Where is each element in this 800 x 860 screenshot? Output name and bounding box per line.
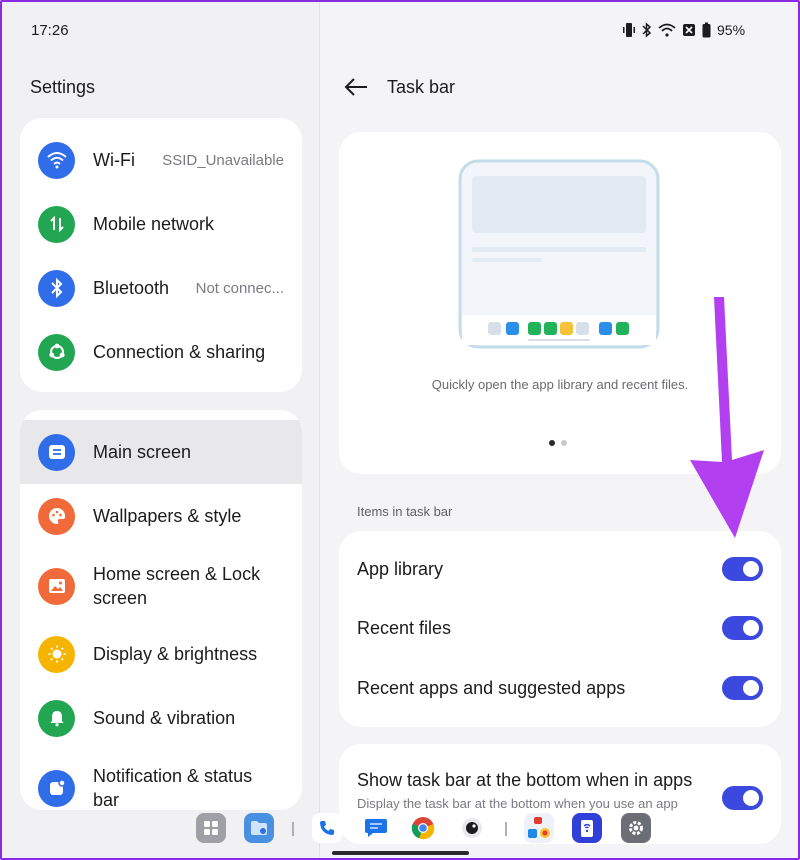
battery-level: 95% (717, 22, 746, 38)
bell-icon (38, 699, 75, 737)
status-time: 17:26 (31, 22, 69, 39)
page-title: Settings (30, 77, 96, 97)
remote-icon[interactable] (572, 813, 602, 843)
task-bar-title: Task bar (387, 77, 456, 97)
phone-icon[interactable] (312, 813, 342, 843)
camera-icon[interactable] (457, 813, 487, 843)
settings-item-display[interactable]: Display & brightness (20, 622, 302, 686)
display-label: Display & brightness (93, 643, 258, 664)
wifi-label: Wi-Fi (93, 149, 135, 170)
task-bar-items-card: App library Recent files Recent apps and… (339, 531, 781, 727)
sound-label: Sound & vibration (93, 707, 236, 728)
items-section-label: Items in task bar (357, 504, 453, 519)
recent-files-row[interactable]: Recent files (357, 608, 763, 648)
wifi-value: SSID_Unavailable (162, 151, 284, 169)
recent-apps-icon[interactable] (524, 813, 554, 843)
vibrate-icon (623, 23, 635, 37)
mobile-data-icon (38, 205, 75, 243)
recent-apps-row[interactable]: Recent apps and suggested apps (357, 668, 763, 708)
bluetooth-status-icon (642, 22, 652, 38)
home-indicator[interactable] (332, 851, 469, 855)
app-library-label: App library (357, 558, 444, 579)
page-indicator (549, 440, 567, 446)
wifi-status-icon (658, 23, 676, 37)
no-sim-icon (683, 24, 695, 36)
page-dot-1 (549, 440, 555, 446)
chrome-icon[interactable] (408, 813, 438, 843)
settings-item-wallpapers[interactable]: Wallpapers & style (20, 484, 302, 548)
wallpapers-label: Wallpapers & style (93, 505, 242, 526)
tablet-illustration (458, 159, 660, 349)
notification-label: Notification & status bar (93, 764, 252, 810)
palette-icon (38, 497, 75, 535)
dock-separator (505, 822, 507, 836)
files-icon[interactable] (244, 813, 274, 843)
app-library-toggle[interactable] (722, 557, 763, 581)
show-bottom-toggle[interactable] (722, 786, 763, 810)
notification-label-line1: Notification & status (93, 766, 253, 786)
app-library-row[interactable]: App library (357, 549, 763, 589)
settings-item-connection-sharing[interactable]: Connection & sharing (20, 320, 302, 384)
recent-files-toggle[interactable] (722, 616, 763, 640)
messages-icon[interactable] (361, 813, 391, 843)
connection-sharing-label: Connection & sharing (93, 341, 266, 362)
notification-label-line2: bar (93, 790, 120, 810)
recent-apps-toggle[interactable] (722, 676, 763, 700)
settings-item-bluetooth[interactable]: Bluetooth Not connec... (20, 256, 302, 320)
recent-apps-label: Recent apps and suggested apps (357, 677, 626, 698)
bluetooth-value: Not connec... (195, 279, 284, 297)
settings-item-notification[interactable]: Notification & status bar (20, 750, 302, 810)
settings-item-main-screen[interactable]: Main screen (20, 420, 302, 484)
settings-item-home-lock[interactable]: Home screen & Lock screen (20, 548, 302, 624)
main-screen-icon (38, 433, 75, 471)
toggle-knob (743, 561, 759, 577)
settings-item-wifi[interactable]: Wi-Fi SSID_Unavailable (20, 128, 302, 192)
wifi-icon (38, 141, 75, 179)
sun-icon (38, 635, 75, 673)
dock-separator (292, 822, 294, 836)
bluetooth-icon (38, 269, 75, 307)
bluetooth-label: Bluetooth (93, 277, 170, 298)
settings-icon[interactable] (621, 813, 651, 843)
notification-icon (38, 769, 75, 807)
main-screen-label: Main screen (93, 441, 192, 462)
settings-item-sound[interactable]: Sound & vibration (20, 686, 302, 750)
share-icon (38, 333, 75, 371)
home-lock-label-line2: screen (93, 588, 148, 608)
connectivity-group: Wi-Fi SSID_Unavailable Mobile network Bl… (20, 118, 302, 392)
annotation-arrow (690, 297, 764, 538)
image-icon (38, 567, 75, 605)
status-icons: 95% (622, 22, 745, 38)
back-arrow-icon[interactable] (343, 76, 369, 98)
page-dot-2 (561, 440, 567, 446)
app-drawer-icon[interactable] (196, 813, 226, 843)
toggle-knob (743, 680, 759, 696)
battery-icon (702, 22, 711, 38)
recent-files-label: Recent files (357, 617, 452, 638)
settings-item-mobile-network[interactable]: Mobile network (20, 192, 302, 256)
home-lock-label-line1: Home screen & Lock (93, 564, 261, 584)
mobile-network-label: Mobile network (93, 213, 215, 234)
show-bottom-title: Show task bar at the bottom when in apps (357, 770, 693, 790)
toggle-knob (743, 620, 759, 636)
display-group: Main screen Wallpapers & style Home scre… (20, 410, 302, 810)
toggle-knob (743, 790, 759, 806)
home-lock-label: Home screen & Lock screen (93, 562, 260, 610)
